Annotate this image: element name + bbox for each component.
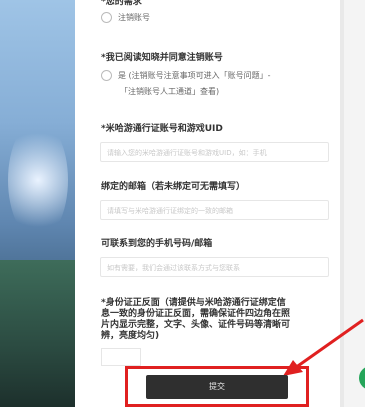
question-idcard-line4: 辨，亮度均匀) xyxy=(101,331,160,341)
contact-input[interactable]: 如有需要，我们会通过该联系方式与您联系 xyxy=(100,257,329,277)
radio-icon[interactable] xyxy=(101,70,112,81)
radio-icon[interactable] xyxy=(101,12,112,23)
question-email: 绑定的邮箱（若未绑定可无需填写） xyxy=(101,182,246,192)
option-label: 注销账号 xyxy=(118,13,150,22)
uid-input[interactable]: 请输入您的米哈游通行证账号和游戏UID，如：手机 xyxy=(100,142,329,162)
option-agree-yes-cont: 「注销账号人工通道」查看) xyxy=(120,87,220,96)
submit-button[interactable]: 提交 xyxy=(146,375,288,399)
background-light xyxy=(8,120,68,240)
upload-box[interactable] xyxy=(101,348,141,366)
question-agree: *我已阅读知晓并同意注销账号 xyxy=(101,53,223,63)
question-requirement: *您的需求 xyxy=(101,0,142,7)
background-foliage xyxy=(0,260,75,407)
option-cancel-account[interactable]: 注销账号 xyxy=(101,12,150,24)
option-agree-yes[interactable]: 是 (注销账号注意事项可进入「账号问题」- xyxy=(101,70,271,82)
question-uid: *米哈游通行证账号和游戏UID xyxy=(101,124,223,134)
option-label: 是 (注销账号注意事项可进入「账号问题」- xyxy=(118,71,271,80)
email-input[interactable]: 请填写与米哈游通行证绑定的一致的邮箱 xyxy=(100,200,329,220)
question-contact: 可联系到您的手机号码/邮箱 xyxy=(101,239,213,249)
